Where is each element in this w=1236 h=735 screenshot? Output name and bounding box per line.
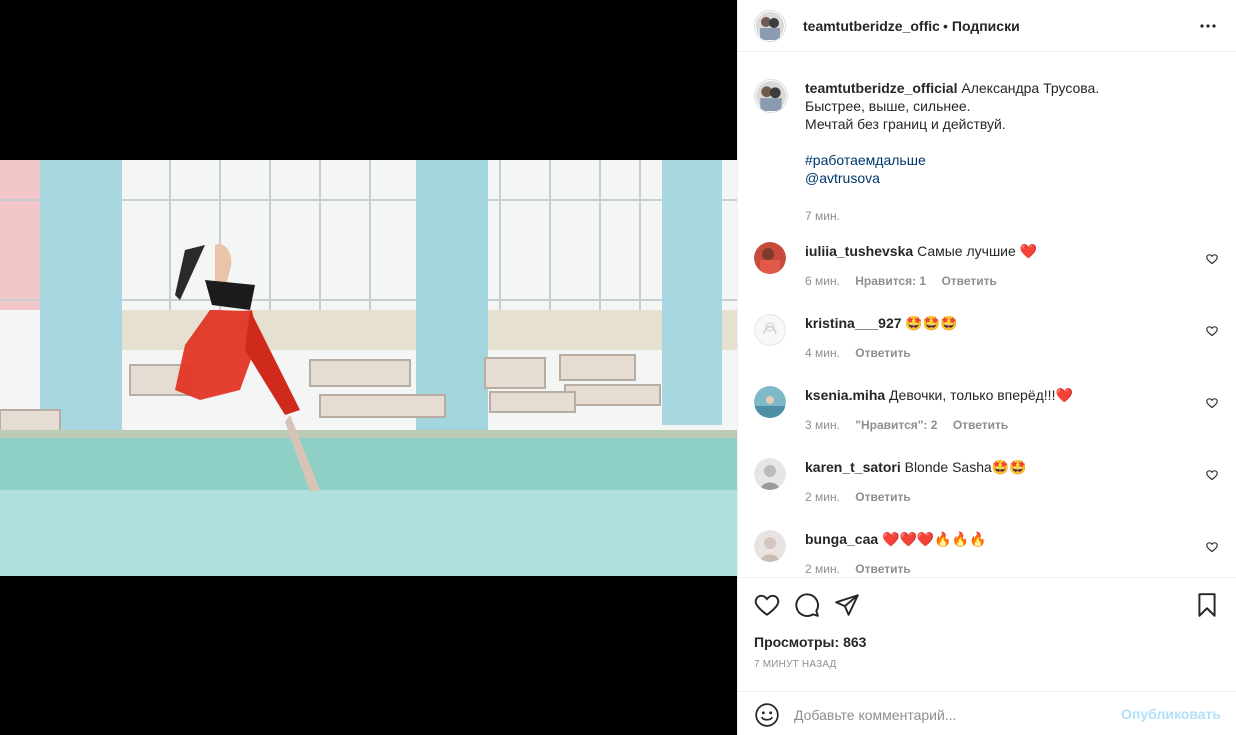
commenter-avatar[interactable] <box>754 314 786 346</box>
comment-item: kristina___927 🤩🤩🤩 4 мин. Ответить <box>754 314 1224 374</box>
comment-time: 4 мин. <box>805 346 840 360</box>
comment-like-heart-icon[interactable] <box>1206 540 1218 556</box>
add-comment-form: Опубликовать <box>738 691 1236 735</box>
commenter-avatar[interactable] <box>754 242 786 274</box>
post-caption: teamtutberidze_official Александра Трусо… <box>754 79 1214 225</box>
post-timestamp[interactable]: 7 МИНУТ НАЗАД <box>754 659 837 670</box>
comment-text: Девочки, только вперёд!!!❤️ <box>889 387 1073 403</box>
media-viewer <box>0 0 737 735</box>
comment-text: 🤩🤩🤩 <box>905 315 958 331</box>
separator-dot: • <box>943 17 948 34</box>
commenter-avatar[interactable] <box>754 458 786 490</box>
views-label: Просмотры: <box>754 634 840 650</box>
caption-line-3: Мечтай без границ и действуй. <box>805 116 1006 132</box>
comment-time: 3 мин. <box>805 418 840 432</box>
comment-text: ❤️❤️❤️🔥🔥🔥 <box>882 531 987 547</box>
commenter-avatar[interactable] <box>754 530 786 562</box>
comment-time: 2 мин. <box>805 490 840 504</box>
caption-author-avatar[interactable] <box>754 79 788 113</box>
comment-item: iuliia_tushevska Самые лучшие ❤️ 6 мин. … <box>754 242 1224 302</box>
author-username[interactable]: teamtutberidze_official <box>803 18 939 34</box>
more-horizontal-icon[interactable] <box>1198 16 1218 36</box>
reply-button[interactable]: Ответить <box>953 418 1008 432</box>
caption-username[interactable]: teamtutberidze_official <box>805 80 957 96</box>
comment-icon[interactable] <box>794 592 820 618</box>
comment-likes[interactable]: Нравится: 1 <box>855 274 926 288</box>
following-button[interactable]: Подписки <box>952 18 1020 34</box>
commenter-username[interactable]: ksenia.miha <box>805 387 885 403</box>
comment-likes[interactable]: "Нравится": 2 <box>855 418 937 432</box>
comment-time: 6 мин. <box>805 274 840 288</box>
paper-plane-icon[interactable] <box>834 592 860 618</box>
commenter-avatar[interactable] <box>754 386 786 418</box>
video-player[interactable] <box>0 160 737 576</box>
action-icons <box>754 592 1220 618</box>
mention-link[interactable]: @avtrusova <box>805 170 880 186</box>
video-frame <box>0 160 737 576</box>
comment-input[interactable] <box>794 703 1094 727</box>
comment-item: bunga_caa ❤️❤️❤️🔥🔥🔥 2 мин. Ответить <box>754 530 1224 575</box>
reply-button[interactable]: Ответить <box>941 274 996 288</box>
comment-item: ksenia.miha Девочки, только вперёд!!!❤️ … <box>754 386 1224 446</box>
comment-text: Самые лучшие ❤️ <box>917 243 1038 259</box>
commenter-username[interactable]: kristina___927 <box>805 315 902 331</box>
post-side-panel: teamtutberidze_official • Подписки teamt… <box>737 0 1236 735</box>
heart-icon[interactable] <box>754 592 780 618</box>
comments-list[interactable]: teamtutberidze_official Александра Трусо… <box>738 57 1236 575</box>
views-count[interactable]: Просмотры: 863 <box>754 634 866 650</box>
comment-like-heart-icon[interactable] <box>1206 396 1218 412</box>
comment-time: 2 мин. <box>805 562 840 575</box>
commenter-username[interactable]: karen_t_satori <box>805 459 901 475</box>
emoji-icon[interactable] <box>754 702 780 728</box>
bookmark-icon[interactable] <box>1194 592 1220 618</box>
comment-item: karen_t_satori Blonde Sasha🤩🤩 2 мин. Отв… <box>754 458 1224 518</box>
publish-button[interactable]: Опубликовать <box>1121 706 1221 722</box>
hashtag-link[interactable]: #работаемдальше <box>805 152 926 168</box>
comment-like-heart-icon[interactable] <box>1206 324 1218 340</box>
comment-like-heart-icon[interactable] <box>1206 468 1218 484</box>
commenter-username[interactable]: bunga_caa <box>805 531 878 547</box>
post-actions: Просмотры: 863 7 МИНУТ НАЗАД Опубликоват… <box>738 577 1236 735</box>
caption-line-2: Быстрее, выше, сильнее. <box>805 98 971 114</box>
author-avatar[interactable] <box>754 9 786 42</box>
post-header: teamtutberidze_official • Подписки <box>738 0 1236 52</box>
reply-button[interactable]: Ответить <box>855 562 910 575</box>
commenter-username[interactable]: iuliia_tushevska <box>805 243 913 259</box>
reply-button[interactable]: Ответить <box>855 346 910 360</box>
comment-text: Blonde Sasha🤩🤩 <box>904 459 1027 475</box>
author-avatar-image <box>756 11 784 40</box>
reply-button[interactable]: Ответить <box>855 490 910 504</box>
caption-avatar-image <box>756 81 786 111</box>
caption-timestamp: 7 мин. <box>805 209 840 223</box>
caption-line-1: Александра Трусова. <box>961 80 1100 96</box>
comment-like-heart-icon[interactable] <box>1206 252 1218 268</box>
views-number: 863 <box>843 634 867 650</box>
